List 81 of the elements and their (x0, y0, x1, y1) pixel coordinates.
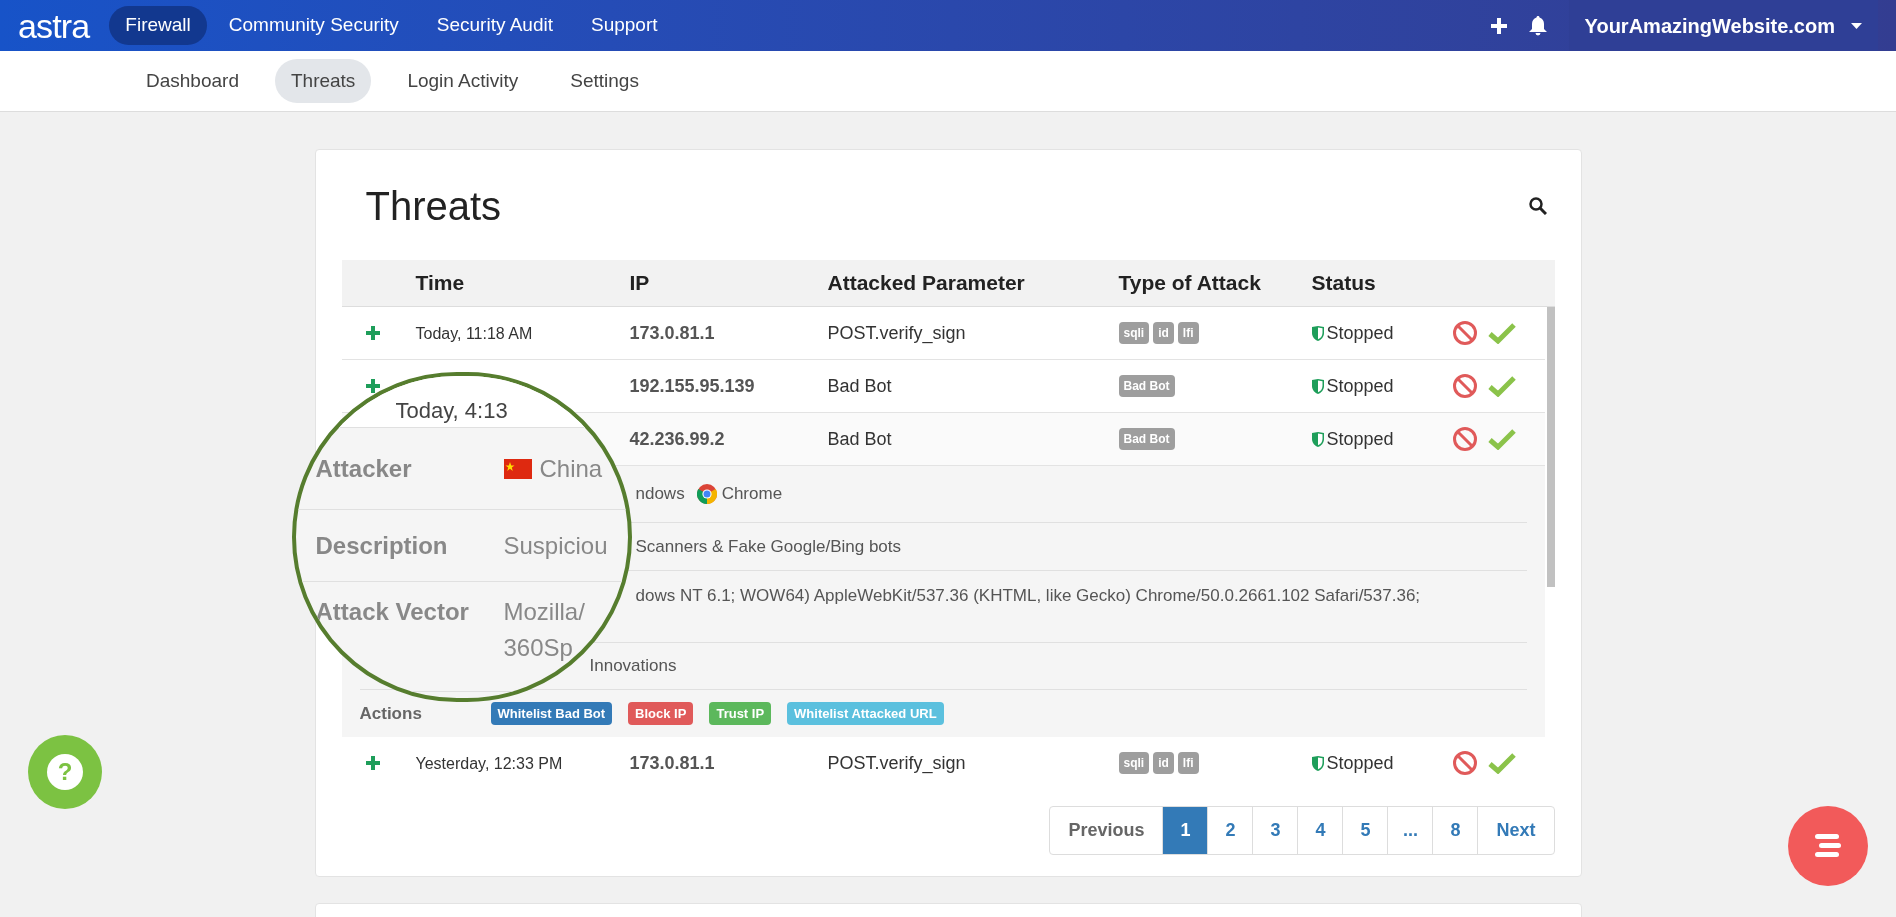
time-cell: Today, 11:18 AM (415, 324, 533, 342)
sub-nav-tab[interactable]: Login Activity (391, 58, 535, 104)
attack-tag: lfi (1177, 752, 1199, 774)
block-icon[interactable] (1451, 320, 1478, 346)
parameter-cell: Bad Bot (827, 375, 892, 396)
action-button[interactable]: Trust IP (709, 701, 772, 726)
actions-label: Actions (359, 702, 423, 725)
page-button[interactable]: 1 (1163, 807, 1209, 854)
next-button[interactable]: Next (1478, 807, 1554, 854)
page-button[interactable]: 5 (1343, 807, 1389, 854)
magnified-label: Attacker (315, 453, 413, 484)
column-header: IP (629, 270, 651, 297)
nav-tab[interactable]: Firewall (109, 6, 207, 45)
ip-cell: 173.0.81.1 (629, 322, 715, 343)
logo[interactable]: astra (18, 8, 90, 43)
sub-nav-tab[interactable]: Settings (554, 58, 655, 104)
vector-text: Innovations (589, 655, 677, 678)
attack-tag: sqli (1118, 752, 1150, 774)
magnified-label: Attack Vector (315, 597, 470, 627)
column-header: Attacked Parameter (827, 270, 1026, 297)
check-icon[interactable] (1487, 375, 1516, 397)
attack-tag: sqli (1118, 322, 1150, 344)
page-button[interactable]: 3 (1253, 807, 1299, 854)
nav-tab[interactable]: Support (574, 6, 674, 45)
attack-tag: Bad Bot (1118, 375, 1175, 397)
shield-icon (1311, 325, 1324, 341)
magnified-value: China (539, 453, 603, 484)
status-cell-text: Stopped (1326, 427, 1394, 451)
shield-icon (1311, 755, 1324, 771)
block-icon[interactable] (1451, 373, 1478, 399)
status-cell-text: Stopped (1326, 751, 1394, 775)
site-menu[interactable]: YourAmazingWebsite.com (1568, 0, 1878, 51)
chrome-icon (696, 484, 717, 504)
description-text: Scanners & Fake Google/Bing bots (635, 535, 902, 558)
ip-cell: 192.155.95.139 (629, 375, 755, 396)
shield-icon (1311, 431, 1324, 447)
ip-cell: 42.236.99.2 (629, 428, 725, 449)
attack-tag: id (1153, 322, 1174, 344)
page-button[interactable]: 4 (1298, 807, 1344, 854)
flag-icon (503, 458, 532, 479)
parameter-cell: Bad Bot (827, 428, 892, 449)
magnified-time: Today, 4:13 (395, 398, 508, 423)
ip-cell: 173.0.81.1 (629, 752, 715, 773)
vector-text: dows NT 6.1; WOW64) AppleWebKit/537.36 (KHTML, like Gecko) Chrome/50.0.2661.102 Safari/537.36; (635, 585, 1421, 607)
plus-icon[interactable] (1490, 17, 1507, 34)
column-header: Type of Attack (1118, 270, 1262, 297)
sub-nav-tab[interactable]: Threats (274, 58, 372, 104)
page-button[interactable]: 8 (1433, 807, 1479, 854)
column-header: Time (415, 270, 466, 297)
caret-icon (1851, 22, 1862, 29)
page-button[interactable]: 2 (1208, 807, 1254, 854)
attack-tag: id (1153, 752, 1174, 774)
attack-tag: lfi (1177, 322, 1199, 344)
column-header: Status (1311, 270, 1377, 297)
block-icon[interactable] (1451, 750, 1478, 776)
nav-tab[interactable]: Security Audit (420, 6, 569, 45)
check-icon[interactable] (1487, 752, 1516, 774)
page-button[interactable]: ... (1388, 807, 1434, 854)
check-icon[interactable] (1487, 322, 1516, 344)
search-icon[interactable] (1528, 197, 1547, 215)
block-icon[interactable] (1451, 426, 1478, 452)
parameter-cell: POST.verify_sign (827, 322, 966, 343)
parameter-cell: POST.verify_sign (827, 752, 966, 773)
check-icon[interactable] (1487, 428, 1516, 450)
time-cell: Yesterday, 12:33 PM (415, 754, 563, 772)
browser-text: Chrome (721, 483, 783, 506)
bell-icon[interactable] (1528, 15, 1547, 36)
platform-text: ndows (635, 483, 685, 506)
status-cell-text: Stopped (1326, 321, 1394, 345)
shield-icon (1311, 378, 1324, 394)
magnified-value: 360Sp (503, 633, 574, 663)
magnified-value: Suspiciou (503, 530, 608, 561)
action-button[interactable]: Whitelist Bad Bot (490, 701, 613, 726)
magnified-label: Description (315, 530, 449, 561)
nav-tab[interactable]: Community Security (212, 6, 415, 45)
status-cell-text: Stopped (1326, 374, 1394, 398)
magnified-value: Mozilla/ (503, 597, 585, 627)
attack-tag: Bad Bot (1118, 428, 1175, 450)
action-button[interactable]: Block IP (628, 701, 694, 726)
card-title: Threats (364, 183, 502, 230)
sub-nav-tab[interactable]: Dashboard (130, 58, 255, 104)
